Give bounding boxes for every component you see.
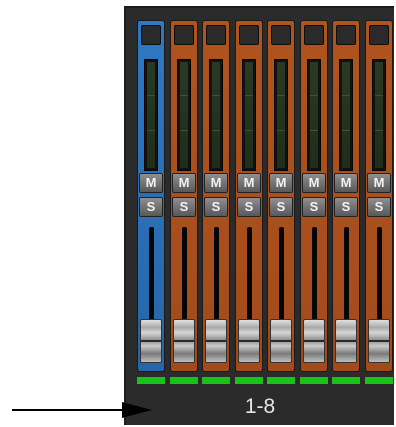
channel-strip[interactable]: MS	[170, 20, 198, 372]
bank-label: 1-8	[244, 395, 276, 418]
channel-indicator-led	[267, 377, 295, 384]
volume-fader-handle[interactable]	[205, 319, 227, 363]
channel-indicator-led	[137, 377, 165, 384]
mute-button[interactable]: M	[334, 173, 358, 193]
volume-fader-handle[interactable]	[303, 319, 325, 363]
solo-button[interactable]: S	[172, 197, 196, 217]
solo-button[interactable]: S	[204, 197, 228, 217]
solo-button[interactable]: S	[269, 197, 293, 217]
channel-strip[interactable]: MS	[332, 20, 360, 372]
level-meter	[144, 59, 158, 171]
channel-indicator-led	[365, 377, 393, 384]
channel-select-button[interactable]	[239, 25, 259, 45]
mute-button[interactable]: M	[204, 173, 228, 193]
solo-button[interactable]: S	[302, 197, 326, 217]
volume-fader-handle[interactable]	[270, 319, 292, 363]
channel-select-button[interactable]	[141, 25, 161, 45]
level-meter	[242, 59, 256, 171]
arrow-right-icon	[12, 402, 152, 418]
level-meter	[274, 59, 288, 171]
channel-indicator-led	[202, 377, 230, 384]
channel-strip[interactable]: MS	[202, 20, 230, 372]
level-meter	[307, 59, 321, 171]
level-meter	[177, 59, 191, 171]
channel-indicator-led	[332, 377, 360, 384]
level-meter	[372, 59, 386, 171]
volume-fader-handle[interactable]	[173, 319, 195, 363]
channel-indicator-led	[170, 377, 198, 384]
mute-button[interactable]: M	[269, 173, 293, 193]
mixer-panel: 1-8 MSMSMSMSMSMSMSMS	[124, 6, 394, 425]
channel-strip[interactable]: MS	[235, 20, 263, 372]
channel-select-button[interactable]	[304, 25, 324, 45]
level-meter	[209, 59, 223, 171]
level-meter	[339, 59, 353, 171]
channel-strip[interactable]: MS	[300, 20, 328, 372]
mute-button[interactable]: M	[172, 173, 196, 193]
channel-strip[interactable]: MS	[137, 20, 165, 372]
volume-fader-handle[interactable]	[368, 319, 390, 363]
solo-button[interactable]: S	[237, 197, 261, 217]
solo-button[interactable]: S	[334, 197, 358, 217]
volume-fader-handle[interactable]	[335, 319, 357, 363]
channel-select-button[interactable]	[271, 25, 291, 45]
channel-select-button[interactable]	[206, 25, 226, 45]
mute-button[interactable]: M	[302, 173, 326, 193]
channel-strip[interactable]: MS	[365, 20, 393, 372]
channel-select-button[interactable]	[174, 25, 194, 45]
mute-button[interactable]: M	[237, 173, 261, 193]
channel-strip[interactable]: MS	[267, 20, 295, 372]
channel-select-button[interactable]	[336, 25, 356, 45]
channel-indicator-led	[300, 377, 328, 384]
volume-fader-handle[interactable]	[140, 319, 162, 363]
mute-button[interactable]: M	[139, 173, 163, 193]
channel-select-button[interactable]	[369, 25, 389, 45]
solo-button[interactable]: S	[367, 197, 391, 217]
volume-fader-handle[interactable]	[238, 319, 260, 363]
mute-button[interactable]: M	[367, 173, 391, 193]
solo-button[interactable]: S	[139, 197, 163, 217]
channel-indicator-led	[235, 377, 263, 384]
